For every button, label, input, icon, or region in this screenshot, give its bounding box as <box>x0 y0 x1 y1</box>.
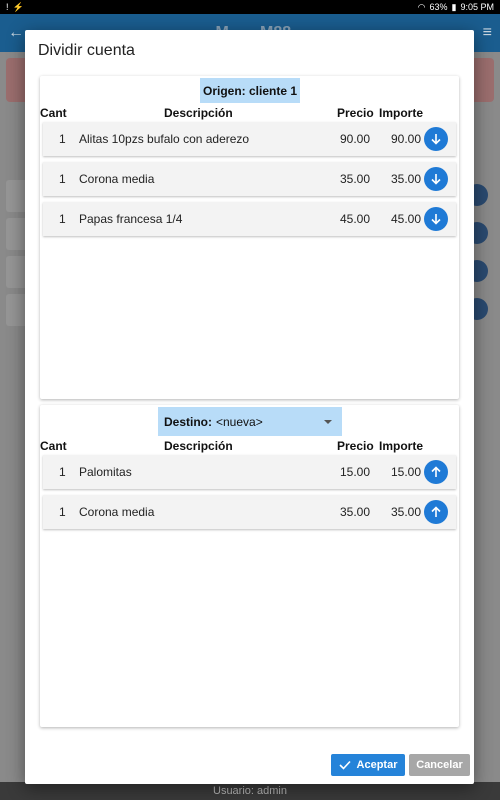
row-descripcion: Corona media <box>79 505 155 519</box>
bolt-icon: ⚡ <box>12 1 24 12</box>
footer-user: Usuario: admin <box>0 782 500 800</box>
accept-button[interactable]: Aceptar <box>331 754 405 776</box>
dialog-title: Dividir cuenta <box>38 42 135 59</box>
row-importe: 35.00 <box>390 505 421 519</box>
destination-label: Destino: <nueva> <box>164 415 263 429</box>
row-precio: 45.00 <box>339 212 370 226</box>
move-up-button[interactable] <box>424 460 448 484</box>
table-row: 1 Corona media 35.00 35.00 <box>43 162 456 196</box>
move-down-button[interactable] <box>424 127 448 151</box>
move-down-button[interactable] <box>424 207 448 231</box>
row-precio: 35.00 <box>339 172 370 186</box>
header-precio: Precio <box>337 439 374 453</box>
row-importe: 90.00 <box>390 132 421 146</box>
alert-icon: ! <box>6 1 9 12</box>
header-importe: Importe <box>379 106 424 120</box>
arrow-down-icon <box>431 214 441 225</box>
back-arrow-icon[interactable]: ← <box>8 24 24 42</box>
split-bill-dialog: Dividir cuenta Origen: cliente 1 Cant De… <box>25 30 474 784</box>
origin-table-header: Cant Descripción Precio Importe <box>40 106 459 120</box>
row-descripcion: Palomitas <box>79 465 132 479</box>
destination-rows: 1 Palomitas 15.00 15.00 1 Corona media 3… <box>43 455 456 535</box>
destination-table-header: Cant Descripción Precio Importe <box>40 439 459 453</box>
table-row: 1 Palomitas 15.00 15.00 <box>43 455 456 489</box>
origin-panel: Origen: cliente 1 Cant Descripción Preci… <box>40 76 459 399</box>
row-descripcion: Alitas 10pzs bufalo con aderezo <box>79 132 250 146</box>
header-descripcion: Descripción <box>164 439 233 453</box>
row-precio: 90.00 <box>339 132 370 146</box>
destination-value: <nueva> <box>216 414 263 429</box>
destination-prefix: Destino: <box>164 414 212 429</box>
row-importe: 15.00 <box>390 465 421 479</box>
row-precio: 15.00 <box>339 465 370 479</box>
chevron-down-icon <box>324 419 332 424</box>
row-importe: 35.00 <box>390 172 421 186</box>
arrow-up-icon <box>431 466 441 477</box>
battery-level: 63% <box>429 2 448 12</box>
status-bar: ! ⚡ ◠ 63% ▮ 9:05 PM <box>0 0 500 14</box>
menu-icon[interactable]: ≡ <box>483 24 492 42</box>
row-importe: 45.00 <box>390 212 421 226</box>
table-row: 1 Papas francesa 1/4 45.00 45.00 <box>43 202 456 236</box>
row-cant: 1 <box>59 212 66 226</box>
row-precio: 35.00 <box>339 505 370 519</box>
accept-label: Aceptar <box>356 759 398 771</box>
row-cant: 1 <box>59 505 66 519</box>
origin-rows: 1 Alitas 10pzs bufalo con aderezo 90.00 … <box>43 122 456 242</box>
origin-label: Origen: cliente 1 <box>200 78 300 103</box>
arrow-down-icon <box>431 134 441 145</box>
move-up-button[interactable] <box>424 500 448 524</box>
row-descripcion: Corona media <box>79 172 155 186</box>
table-row: 1 Corona media 35.00 35.00 <box>43 495 456 529</box>
row-cant: 1 <box>59 172 66 186</box>
row-cant: 1 <box>59 132 66 146</box>
header-descripcion: Descripción <box>164 106 233 120</box>
row-cant: 1 <box>59 465 66 479</box>
cancel-label: Cancelar <box>416 759 463 771</box>
header-cant: Cant <box>40 439 67 453</box>
destination-select[interactable]: Destino: <nueva> <box>158 407 342 436</box>
move-down-button[interactable] <box>424 167 448 191</box>
wifi-icon: ◠ <box>417 1 426 12</box>
clock: 9:05 PM <box>460 2 494 12</box>
header-precio: Precio <box>337 106 374 120</box>
cancel-button[interactable]: Cancelar <box>409 754 470 776</box>
arrow-up-icon <box>431 506 441 517</box>
header-importe: Importe <box>379 439 424 453</box>
table-row: 1 Alitas 10pzs bufalo con aderezo 90.00 … <box>43 122 456 156</box>
arrow-down-icon <box>431 174 441 185</box>
header-cant: Cant <box>40 106 67 120</box>
destination-panel: Destino: <nueva> Cant Descripción Precio … <box>40 405 459 727</box>
check-icon <box>338 760 351 770</box>
battery-icon: ▮ <box>451 1 457 12</box>
row-descripcion: Papas francesa 1/4 <box>79 212 183 226</box>
